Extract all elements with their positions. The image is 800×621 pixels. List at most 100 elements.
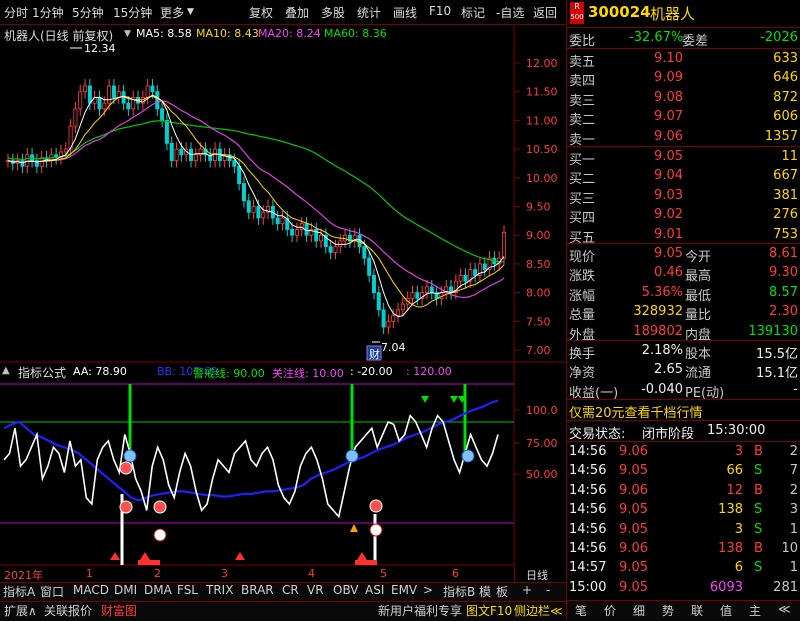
bid-level-row[interactable]: 买三 9.03 381: [567, 186, 800, 207]
detail-tab[interactable]: 笔: [575, 602, 587, 619]
tick-time: 14:56: [569, 541, 607, 556]
tab-macd[interactable]: MACD: [73, 583, 109, 600]
tab-emv[interactable]: EMV: [391, 583, 417, 600]
new-user-promo-link[interactable]: 新用户福利专享: [378, 602, 462, 619]
quote-row[interactable]: 外盘 189802 内盘 139130: [567, 322, 800, 343]
tick-count: 281: [773, 579, 798, 595]
quote-row[interactable]: 涨幅 5.36% 最低 8.57: [567, 283, 800, 304]
tab-trix[interactable]: TRIX: [206, 583, 233, 600]
tab-indicator-b[interactable]: 指标B: [443, 583, 475, 600]
sidebar-toggle[interactable]: 侧边栏≪: [514, 602, 563, 619]
detail-tab[interactable]: 势: [662, 602, 674, 619]
ask-level-row[interactable]: 卖三 9.08 872: [567, 88, 800, 109]
tick-row[interactable]: 14:56 9.05 138 S 3: [567, 500, 800, 520]
tab-obv[interactable]: OBV: [333, 583, 359, 600]
tick-row[interactable]: 14:56 9.05 66 S 7: [567, 461, 800, 481]
tick-row[interactable]: 14:57 9.05 6 S 1: [567, 558, 800, 578]
tick-row[interactable]: 14:56 9.05 3 S 1: [567, 520, 800, 540]
runner-icon: [350, 524, 358, 532]
detail-tab[interactable]: 值: [720, 602, 732, 619]
overlay-button[interactable]: 叠加: [285, 4, 309, 21]
stats-row[interactable]: 净资 2.65 流通 15.1亿: [567, 360, 800, 382]
kline-chart[interactable]: 12.00 11.50 11.00 10.50 10.00 9.50 9.00 8.50 8.0…: [0, 24, 566, 580]
tab-asi[interactable]: ASI: [365, 583, 384, 600]
bid-level-row[interactable]: 买二 9.04 667: [567, 166, 800, 187]
tick-row[interactable]: 14:56 9.06 12 B 2: [567, 481, 800, 501]
bid-price: 9.01: [654, 226, 683, 242]
bid-price: 9.03: [654, 187, 683, 203]
price-axis-label: 10.50: [526, 143, 558, 156]
detail-tab[interactable]: ≪: [778, 602, 791, 616]
up-triangle-icon: [357, 552, 367, 560]
bid-level-row[interactable]: 买一 9.05 11: [567, 147, 800, 168]
mark-button[interactable]: 标记: [461, 4, 485, 21]
tick-row[interactable]: 15:00 9.05 6093 281: [567, 578, 800, 598]
ask-level-row[interactable]: 卖四 9.09 646: [567, 68, 800, 89]
ask-level-label: 卖五: [569, 55, 596, 70]
tab-vr[interactable]: VR: [307, 583, 324, 600]
f10-graphic-button[interactable]: 图文F10: [466, 602, 512, 619]
bid-level-row[interactable]: 买四 9.02 276: [567, 205, 800, 226]
quote-label: 最高: [685, 269, 712, 285]
ask-level-row[interactable]: 卖五 9.10 633: [567, 49, 800, 70]
zoom-out-button[interactable]: -: [546, 583, 550, 600]
related-quotes-tab[interactable]: 关联报价: [44, 602, 92, 619]
tick-row[interactable]: 14:56 9.06 138 B 10: [567, 539, 800, 559]
back-button[interactable]: 返回: [533, 4, 557, 21]
tab-indicator-a[interactable]: 指标A: [3, 583, 35, 600]
tab-scroll-right[interactable]: >: [423, 583, 433, 600]
period-more[interactable]: 更多: [160, 4, 184, 21]
tab-dmi[interactable]: DMI: [114, 583, 137, 600]
tick-time: 14:57: [569, 560, 607, 576]
tab-brar[interactable]: BRAR: [241, 583, 274, 600]
detail-tab[interactable]: 价: [604, 602, 616, 619]
detail-tab[interactable]: 细: [633, 602, 645, 619]
detail-tab[interactable]: 联: [691, 602, 703, 619]
quote-value: 9.30: [769, 265, 798, 281]
fuquan-button[interactable]: 复权: [249, 4, 273, 21]
period-fenshi[interactable]: 分时: [4, 4, 28, 21]
zoom-in-button[interactable]: +: [522, 583, 532, 600]
stats-row[interactable]: 收益(一) -0.040 PE(动) -: [567, 380, 800, 401]
tick-time: 14:56: [569, 444, 607, 459]
draw-line-button[interactable]: 画线: [393, 4, 417, 21]
price-axis-label: 7.00: [526, 344, 551, 357]
expand-button[interactable]: 扩展∧: [4, 602, 37, 619]
indicator-focus-line: 关注线: 10.00: [272, 367, 344, 380]
ask-level-row[interactable]: 卖一 9.06 1357: [567, 127, 800, 148]
indicator-collapse-icon[interactable]: ▲: [2, 365, 10, 376]
period-1min[interactable]: 1分钟: [32, 4, 64, 21]
quote-row[interactable]: 现价 9.05 今开 8.61: [567, 244, 800, 265]
quote-label: 今开: [685, 250, 712, 265]
tab-template[interactable]: 模: [479, 583, 491, 600]
tab-cr[interactable]: CR: [282, 583, 299, 600]
quote-row[interactable]: 总量 328932 量比 2.30: [567, 302, 800, 323]
tab-dma[interactable]: DMA: [144, 583, 172, 600]
stats-row[interactable]: 换手 2.18% 股本 15.5亿: [567, 341, 800, 362]
tick-volume: 3: [734, 444, 743, 459]
tab-window[interactable]: 窗口: [40, 583, 64, 600]
stats-label: 净资: [569, 366, 596, 382]
remove-favorite-button[interactable]: -自选: [496, 4, 524, 21]
wealth-chart-tab[interactable]: 财富图: [101, 602, 137, 619]
stats-button[interactable]: 统计: [357, 4, 381, 21]
quote-row[interactable]: 涨跌 0.46 最高 9.30: [567, 263, 800, 285]
period-indicator[interactable]: 日线: [514, 567, 567, 582]
f10-button[interactable]: F10: [429, 4, 451, 18]
tab-fsl[interactable]: FSL: [177, 583, 198, 600]
detail-tab[interactable]: 主: [749, 602, 761, 619]
indicator-title[interactable]: 指标公式: [18, 364, 66, 381]
time-axis-month: 3: [221, 567, 228, 580]
neutral-signal-icon: [369, 523, 383, 537]
bid-level-row[interactable]: 买五 9.01 753: [567, 225, 800, 246]
promo-banner[interactable]: 仅需20元查看千档行情: [567, 400, 800, 421]
tick-row[interactable]: 14:56 9.06 3 B 2: [567, 442, 800, 462]
tab-board[interactable]: 板: [496, 583, 508, 600]
period-5min[interactable]: 5分钟: [72, 4, 104, 21]
period-15min[interactable]: 15分钟: [113, 4, 152, 21]
quote-value: 2.30: [769, 304, 798, 320]
ask-level-row[interactable]: 卖二 9.07 606: [567, 107, 800, 128]
more-chevron-icon[interactable]: ▼: [187, 7, 194, 17]
multi-stock-button[interactable]: 多股: [321, 4, 345, 21]
tick-price: 9.05: [619, 560, 648, 576]
